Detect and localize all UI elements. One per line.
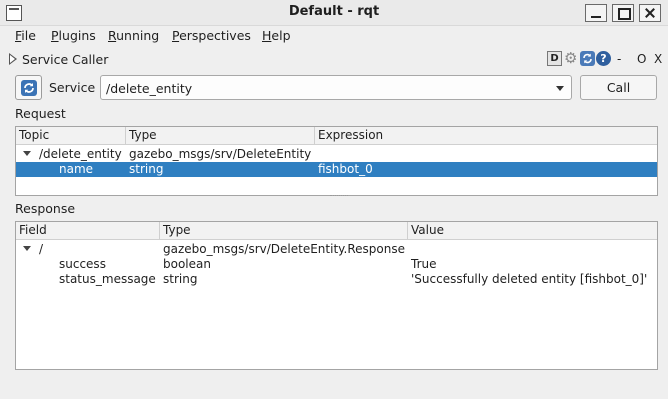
menu-running[interactable]: Running	[108, 28, 159, 43]
minimize-plugin-button[interactable]: -	[617, 52, 621, 66]
column-header-value[interactable]: Value	[408, 222, 657, 239]
call-button[interactable]: Call	[580, 75, 657, 100]
menu-file[interactable]: File	[15, 28, 36, 43]
expression-cell[interactable]: fishbot_0	[318, 162, 373, 177]
chevron-down-icon	[556, 86, 564, 91]
service-select-value: /delete_entity	[106, 81, 193, 96]
close-window-button[interactable]	[639, 4, 661, 22]
menu-plugins[interactable]: Plugins	[51, 28, 96, 43]
window-title: Default - rqt	[288, 4, 380, 19]
field-cell: /	[39, 242, 44, 256]
column-header-topic[interactable]: Topic	[16, 127, 126, 144]
plugin-header: Service Caller D ⚙ ? - O X	[0, 49, 668, 69]
service-label: Service	[49, 80, 96, 95]
table-row-selected[interactable]: name string fishbot_0	[16, 162, 657, 177]
column-header-type[interactable]: Type	[126, 127, 315, 144]
collapse-triangle-icon[interactable]	[9, 53, 17, 65]
topic-cell: name	[59, 162, 94, 176]
column-header-expression[interactable]: Expression	[315, 127, 657, 144]
service-row: Service /delete_entity Call	[0, 74, 668, 102]
request-table-header: Topic Type Expression	[16, 127, 657, 145]
type-cell: gazebo_msgs/srv/DeleteEntity	[129, 147, 312, 161]
value-cell: 'Successfully deleted entity [fishbot_0]…	[411, 272, 648, 286]
request-label: Request	[15, 106, 66, 121]
topic-cell: /delete_entity	[39, 147, 122, 161]
refresh-services-button[interactable]	[15, 75, 42, 100]
float-plugin-button[interactable]: O	[637, 52, 646, 66]
type-cell: gazebo_msgs/srv/DeleteEntity.Response	[163, 242, 405, 256]
type-cell: string	[163, 272, 198, 286]
field-cell: success	[59, 257, 106, 271]
response-table: Field Type Value / gazebo_msgs/srv/Delet…	[15, 221, 658, 370]
plugin-title: Service Caller	[22, 52, 109, 67]
maximize-button[interactable]	[612, 4, 634, 22]
refresh-icon	[21, 80, 37, 96]
reload-icon[interactable]	[580, 51, 595, 66]
field-cell: status_message	[59, 272, 156, 286]
expand-arrow-icon[interactable]	[23, 151, 31, 156]
menu-perspectives[interactable]: Perspectives	[172, 28, 251, 43]
close-plugin-button[interactable]: X	[654, 52, 662, 66]
menu-help[interactable]: Help	[262, 28, 291, 43]
title-bar: Default - rqt	[0, 0, 668, 26]
dock-d-icon[interactable]: D	[547, 51, 562, 66]
expand-arrow-icon[interactable]	[23, 246, 31, 251]
request-table: Topic Type Expression /delete_entity gaz…	[15, 126, 658, 196]
table-row[interactable]: /delete_entity gazebo_msgs/srv/DeleteEnt…	[16, 147, 657, 162]
type-cell: string	[129, 162, 164, 176]
value-cell: True	[411, 257, 437, 271]
table-row[interactable]: status_message string 'Successfully dele…	[16, 272, 657, 287]
gear-icon[interactable]: ⚙	[564, 51, 579, 66]
table-row[interactable]: / gazebo_msgs/srv/DeleteEntity.Response	[16, 242, 657, 257]
column-header-field[interactable]: Field	[16, 222, 160, 239]
rqt-window: Default - rqt File Plugins Running Persp…	[0, 0, 668, 399]
column-header-type[interactable]: Type	[160, 222, 408, 239]
menu-bar: File Plugins Running Perspectives Help	[0, 26, 668, 46]
response-label: Response	[15, 201, 76, 216]
table-row[interactable]: success boolean True	[16, 257, 657, 272]
response-table-header: Field Type Value	[16, 222, 657, 240]
type-cell: boolean	[163, 257, 211, 271]
service-select[interactable]: /delete_entity	[100, 75, 572, 100]
minimize-button[interactable]	[585, 4, 607, 22]
help-icon[interactable]: ?	[596, 51, 611, 66]
splitter-handle[interactable]	[330, 195, 348, 197]
